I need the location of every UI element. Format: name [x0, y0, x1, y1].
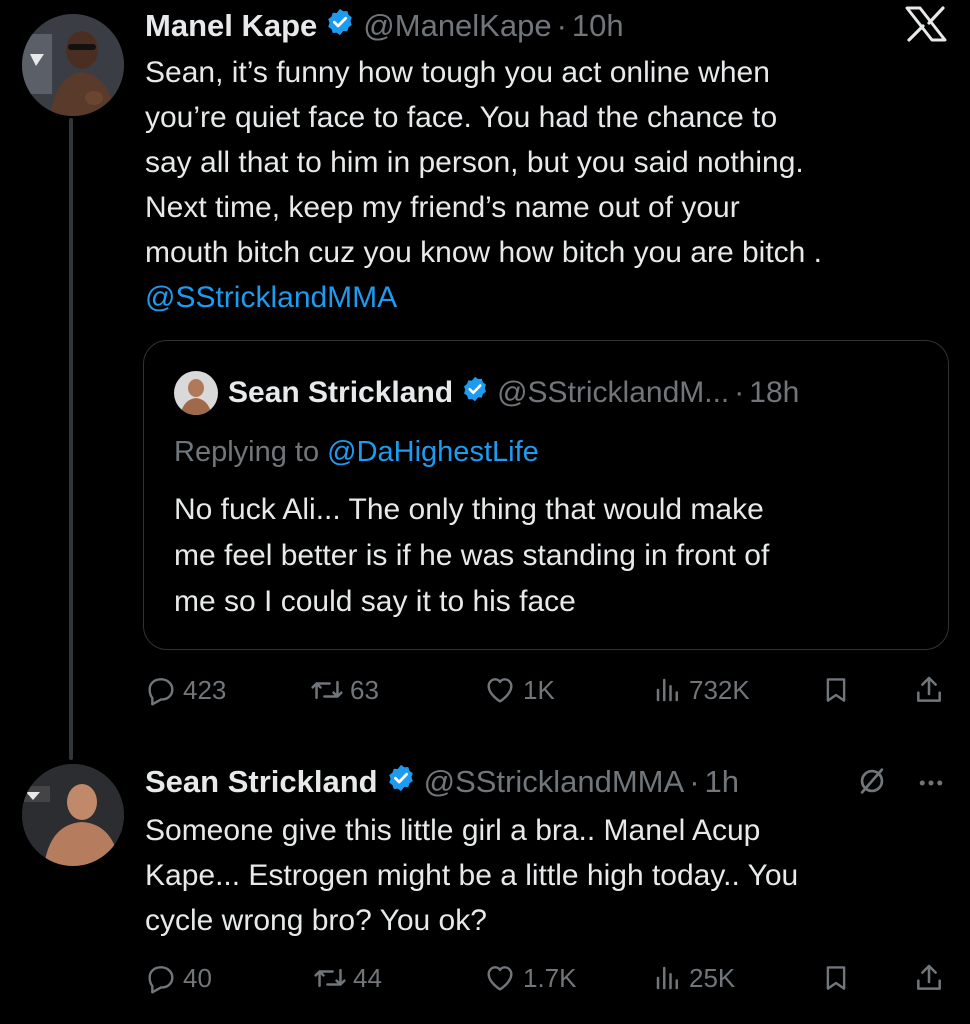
reply-button[interactable]: 40 [145, 958, 212, 998]
heart-icon [487, 678, 513, 703]
tweet1-line: Sean, it’s funny how tough you act onlin… [145, 56, 770, 89]
repost-button[interactable]: 63 [310, 670, 379, 710]
more-options-icon[interactable] [915, 768, 947, 803]
x-logo-icon[interactable] [905, 6, 947, 47]
tweet1-line: Next time, keep my friend’s name out of … [145, 191, 740, 224]
views-button[interactable]: 732K [653, 670, 750, 710]
reply-button[interactable]: 423 [145, 670, 226, 710]
bookmark-button[interactable] [821, 958, 851, 998]
tweet1-handle[interactable]: @ManelKape [363, 8, 551, 44]
views-count: 25K [689, 962, 736, 993]
reply-count: 423 [183, 674, 227, 705]
reply-count: 40 [183, 962, 212, 993]
like-button[interactable]: 1K [483, 670, 555, 710]
views-icon [656, 678, 678, 702]
tweet2-timestamp[interactable]: 1h [705, 764, 739, 800]
quote-replying-line: Replying to @DaHighestLife [174, 429, 539, 475]
quote-body: No fuck Ali... The only thing that would… [174, 487, 769, 625]
tweet1-line: say all that to him in person, but you s… [145, 146, 804, 179]
repost-count: 63 [350, 674, 379, 705]
tweet2-line: cycle wrong bro? You ok? [145, 904, 487, 937]
replying-to-label: Replying to [174, 436, 320, 468]
bookmark-icon [826, 678, 846, 702]
tweet1-timestamp[interactable]: 10h [572, 8, 624, 44]
tweet1-header: Manel Kape @ManelKape · 10h [145, 6, 624, 46]
tweet2-body: Someone give this little girl a bra.. Ma… [145, 808, 798, 943]
bookmark-icon [826, 966, 846, 990]
like-count: 1.7K [523, 962, 577, 993]
quote-line: No fuck Ali... The only thing that would… [174, 493, 764, 526]
reply-icon [148, 678, 174, 706]
share-button[interactable] [913, 958, 945, 998]
tweet1-author-name[interactable]: Manel Kape [145, 8, 317, 44]
separator-dot: · [556, 8, 567, 43]
views-count: 732K [689, 674, 750, 705]
tweet1-line: you’re quiet face to face. You had the c… [145, 101, 778, 134]
sean-strickland-quote-avatar [174, 371, 218, 415]
tweet2-header: Sean Strickland @SStricklandMMA · 1h [145, 762, 739, 802]
tweet2-author-name[interactable]: Sean Strickland [145, 764, 378, 800]
repost-icon [311, 680, 343, 700]
verified-badge-icon [386, 763, 416, 801]
manel-kape-avatar[interactable] [22, 14, 124, 116]
quote-line: me feel better is if he was standing in … [174, 539, 770, 572]
thread-connector-line [69, 118, 73, 760]
views-icon [656, 966, 678, 990]
repost-button[interactable]: 44 [313, 958, 382, 998]
tweet1-action-bar: 423 63 1K 732K [145, 670, 945, 710]
tweet2-action-bar: 40 44 1.7K 25K [145, 958, 945, 998]
quote-timestamp[interactable]: 18h [749, 376, 799, 410]
quote-line: me so I could say it to his face [174, 585, 576, 618]
replying-to-mention-link[interactable]: @DaHighestLife [327, 436, 539, 468]
share-button[interactable] [913, 670, 945, 710]
repost-icon [314, 968, 346, 988]
share-icon [917, 964, 941, 990]
separator-dot: · [734, 376, 745, 409]
heart-icon [487, 966, 513, 991]
tweet1-line: mouth bitch cuz you know how bitch you a… [145, 236, 823, 269]
tweet2-line: Kape... Estrogen might be a little high … [145, 859, 799, 892]
grok-icon[interactable] [855, 764, 889, 803]
quote-author-name[interactable]: Sean Strickland [228, 376, 453, 410]
tweet2-line: Someone give this little girl a bra.. Ma… [145, 814, 761, 847]
like-button[interactable]: 1.7K [483, 958, 577, 998]
views-button[interactable]: 25K [653, 958, 735, 998]
verified-badge-icon [325, 7, 355, 45]
repost-count: 44 [353, 962, 382, 993]
tweet2-handle[interactable]: @SStricklandMMA [424, 764, 685, 800]
reply-icon [148, 966, 174, 994]
sean-strickland-avatar[interactable] [22, 764, 124, 866]
share-icon [917, 676, 941, 702]
bookmark-button[interactable] [821, 670, 851, 710]
like-count: 1K [523, 674, 555, 705]
quote-header: Sean Strickland @SStricklandM... · 18h [228, 373, 799, 413]
verified-badge-icon [461, 375, 489, 411]
quote-handle[interactable]: @SStricklandM... [497, 376, 729, 410]
tweet1-body: Sean, it’s funny how tough you act onlin… [145, 50, 822, 320]
separator-dot: · [689, 764, 700, 799]
tweet1-mention-link[interactable]: @SStricklandMMA [145, 275, 822, 320]
quoted-tweet-card[interactable]: Sean Strickland @SStricklandM... · 18h R… [143, 340, 949, 650]
